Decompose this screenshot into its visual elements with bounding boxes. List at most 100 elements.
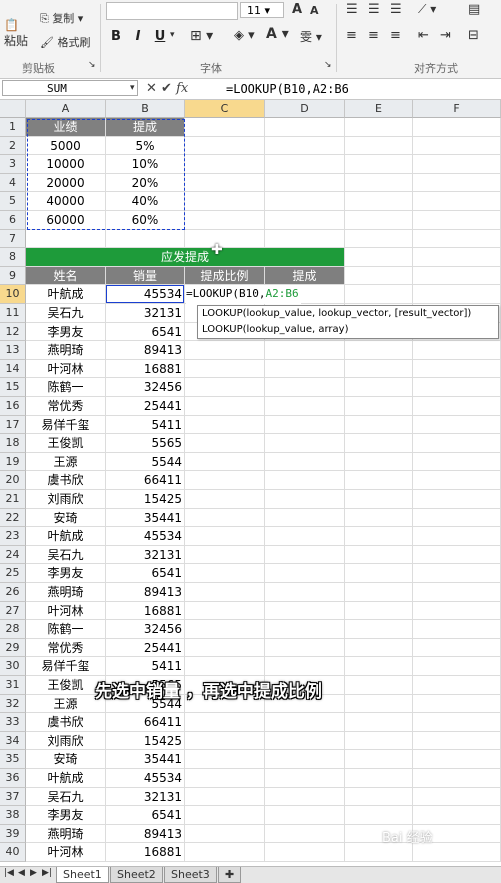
name-cell[interactable]: 易佯千玺 [26,415,106,435]
cell[interactable] [345,397,413,416]
cell[interactable] [185,750,265,769]
sales-cell[interactable]: 89413 [106,583,185,602]
cell[interactable] [265,787,345,807]
table-header[interactable]: 提成 [265,266,345,286]
name-cell[interactable]: 刘雨欣 [26,731,106,751]
cell[interactable] [265,583,345,602]
cell[interactable] [265,545,345,565]
cell[interactable] [413,341,501,360]
cell[interactable] [345,341,413,360]
sales-cell[interactable]: 16881 [106,359,185,379]
row-header-34[interactable]: 34 [0,731,26,751]
dialog-launcher-icon[interactable]: ↘ [324,60,332,70]
cell[interactable] [413,769,501,788]
cell[interactable] [265,211,345,230]
tab-next-icon[interactable]: ▶ [30,868,37,878]
sales-cell[interactable]: 35441 [106,750,185,769]
cell[interactable] [265,806,345,825]
cell[interactable] [265,620,345,639]
lookup-header[interactable]: 业绩 [26,118,106,137]
cell[interactable] [345,657,413,676]
merge-center-icon[interactable]: ⊟ [468,28,479,43]
fill-color-icon[interactable]: ◈ ▾ [234,28,255,43]
sales-cell[interactable]: 25441 [106,638,185,658]
name-cell[interactable]: 王源 [26,694,106,714]
copy-button[interactable]: ⎘ 复制 ▾ [40,10,83,26]
cell[interactable] [345,266,413,286]
tab-prev-icon[interactable]: ◀ [18,868,25,878]
cell[interactable] [413,620,501,639]
name-cell[interactable]: 叶河林 [26,601,106,621]
sales-cell[interactable]: 45534 [106,527,185,546]
name-cell[interactable]: 燕明琦 [26,341,106,360]
cell[interactable] [413,378,501,397]
cell[interactable] [185,397,265,416]
cell[interactable] [345,378,413,397]
cell[interactable] [265,118,345,137]
cell[interactable] [265,750,345,769]
name-cell[interactable]: 王俊凯 [26,676,106,695]
lookup-threshold-cell[interactable]: 5000 [26,136,106,156]
cell[interactable] [185,731,265,751]
cell[interactable] [185,843,265,862]
row-header-37[interactable]: 37 [0,787,26,807]
sales-cell[interactable]: 45534 [106,285,185,304]
cell[interactable] [185,136,265,156]
cell[interactable] [345,434,413,453]
font-color-icon[interactable]: A ▾ [266,26,289,42]
name-cell[interactable]: 王俊凯 [26,434,106,453]
cell[interactable] [185,490,265,509]
chevron-down-icon[interactable]: ▾ [170,30,175,40]
cell[interactable] [265,155,345,174]
name-cell[interactable]: 刘雨欣 [26,490,106,509]
cell[interactable] [265,136,345,156]
cell[interactable] [345,545,413,565]
align-right-icon[interactable]: ≡ [390,28,401,43]
row-header-36[interactable]: 36 [0,769,26,788]
cell[interactable] [345,229,413,249]
row-header-20[interactable]: 20 [0,471,26,490]
editing-cell[interactable]: =LOOKUP(B10,A2:B6 [186,285,301,304]
tab-first-icon[interactable]: |◀ [4,868,14,878]
cell[interactable] [185,229,265,249]
row-header-31[interactable]: 31 [0,676,26,695]
row-header-35[interactable]: 35 [0,750,26,769]
table-header[interactable]: 提成比例 [185,266,265,286]
row-header-27[interactable]: 27 [0,601,26,621]
column-header-d[interactable]: D [265,100,345,118]
row-header-1[interactable]: 1 [0,118,26,137]
row-header-13[interactable]: 13 [0,341,26,360]
name-cell[interactable]: 虞书欣 [26,471,106,490]
cell[interactable] [185,620,265,639]
cell[interactable] [185,769,265,788]
name-box[interactable]: SUM [2,80,138,96]
row-header-2[interactable]: 2 [0,136,26,156]
sales-cell[interactable]: 89413 [106,824,185,844]
row-header-15[interactable]: 15 [0,378,26,397]
cell[interactable] [413,192,501,211]
cell[interactable] [265,471,345,490]
column-header-a[interactable]: A [26,100,106,118]
cell[interactable] [345,136,413,156]
row-header-21[interactable]: 21 [0,490,26,509]
bold-button[interactable]: B [106,28,126,46]
row-header-26[interactable]: 26 [0,583,26,602]
table-header[interactable]: 销量 [106,266,185,286]
cell[interactable] [345,173,413,193]
lookup-rate-cell[interactable]: 40% [106,192,185,211]
row-header-6[interactable]: 6 [0,211,26,230]
cell[interactable] [345,806,413,825]
sales-cell[interactable]: 6541 [106,806,185,825]
cell[interactable] [185,155,265,174]
cell[interactable] [413,694,501,714]
cell[interactable] [265,843,345,862]
tab-sheet1[interactable]: Sheet1 [56,867,109,883]
cell[interactable] [185,359,265,379]
cell[interactable] [185,173,265,193]
tooltip-syntax-line[interactable]: LOOKUP(lookup_value, array) [202,322,494,338]
row-header-23[interactable]: 23 [0,527,26,546]
sales-cell[interactable]: 15425 [106,731,185,751]
name-cell[interactable]: 易佯千玺 [26,657,106,676]
sales-cell[interactable]: 5565 [106,434,185,453]
tooltip-syntax-line[interactable]: LOOKUP(lookup_value, lookup_vector, [res… [202,306,494,322]
